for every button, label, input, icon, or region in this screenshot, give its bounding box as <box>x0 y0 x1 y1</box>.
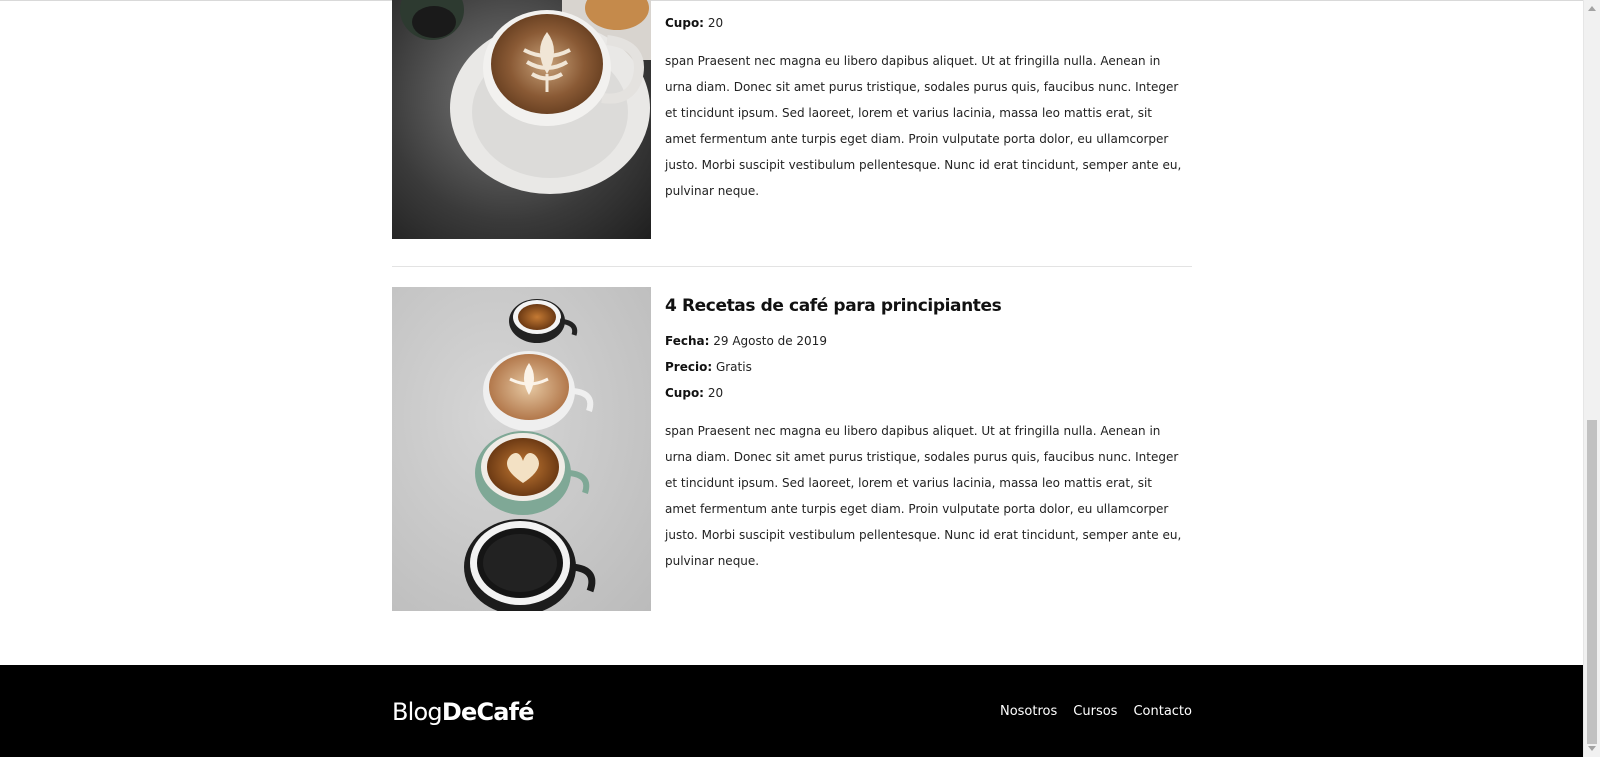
page: Cupo: 20 span Praesent nec magna eu libe… <box>0 0 1583 757</box>
course-content: Cupo: 20 span Praesent nec magna eu libe… <box>665 0 1192 204</box>
cupo-label: Cupo: <box>665 16 704 30</box>
precio-label: Precio: <box>665 360 713 374</box>
footer-link-cursos[interactable]: Cursos <box>1073 703 1117 721</box>
footer-logo[interactable]: BlogDeCafé <box>392 697 535 727</box>
cupo-value: 20 <box>707 386 724 400</box>
course-precio: Precio: Gratis <box>665 354 1192 380</box>
course-image-cappuccino <box>392 0 651 239</box>
course-description: span Praesent nec magna eu libero dapibu… <box>665 54 1182 198</box>
cupo-label: Cupo: <box>665 386 704 400</box>
site-footer: BlogDeCafé Nosotros Cursos Contacto <box>0 665 1583 757</box>
scroll-up-arrow-icon[interactable] <box>1588 6 1596 11</box>
logo-light-text: Blog <box>392 698 443 726</box>
footer-nav: Nosotros Cursos Contacto <box>1000 703 1192 721</box>
logo-bold-text: DeCafé <box>441 698 535 726</box>
footer-link-contacto[interactable]: Contacto <box>1133 703 1192 721</box>
vertical-scrollbar[interactable] <box>1583 0 1600 757</box>
scroll-down-arrow-icon[interactable] <box>1588 746 1596 751</box>
footer-link-nosotros[interactable]: Nosotros <box>1000 703 1057 721</box>
course-cupo: Cupo: 20 <box>665 380 1192 406</box>
coffee-cups-illustration <box>392 287 651 611</box>
course-cupo: Cupo: 20 <box>665 10 1192 36</box>
cappuccino-illustration <box>392 0 651 239</box>
course-divider <box>392 266 1192 267</box>
fecha-label: Fecha: <box>665 334 710 348</box>
fecha-value: 29 Agosto de 2019 <box>713 334 827 348</box>
course-title[interactable]: 4 Recetas de café para principiantes <box>665 294 1192 318</box>
course-fecha: Fecha: 29 Agosto de 2019 <box>665 328 1192 354</box>
precio-value: Gratis <box>715 360 752 374</box>
cupo-value: 20 <box>707 16 724 30</box>
course-content: 4 Recetas de café para principiantes Fec… <box>665 287 1192 574</box>
scrollbar-thumb[interactable] <box>1587 420 1597 744</box>
course-description: span Praesent nec magna eu libero dapibu… <box>665 424 1182 568</box>
course-card: 4 Recetas de café para principiantes Fec… <box>392 287 1192 611</box>
course-image-coffee-cups <box>392 287 651 611</box>
course-card: Cupo: 20 span Praesent nec magna eu libe… <box>392 0 1192 239</box>
